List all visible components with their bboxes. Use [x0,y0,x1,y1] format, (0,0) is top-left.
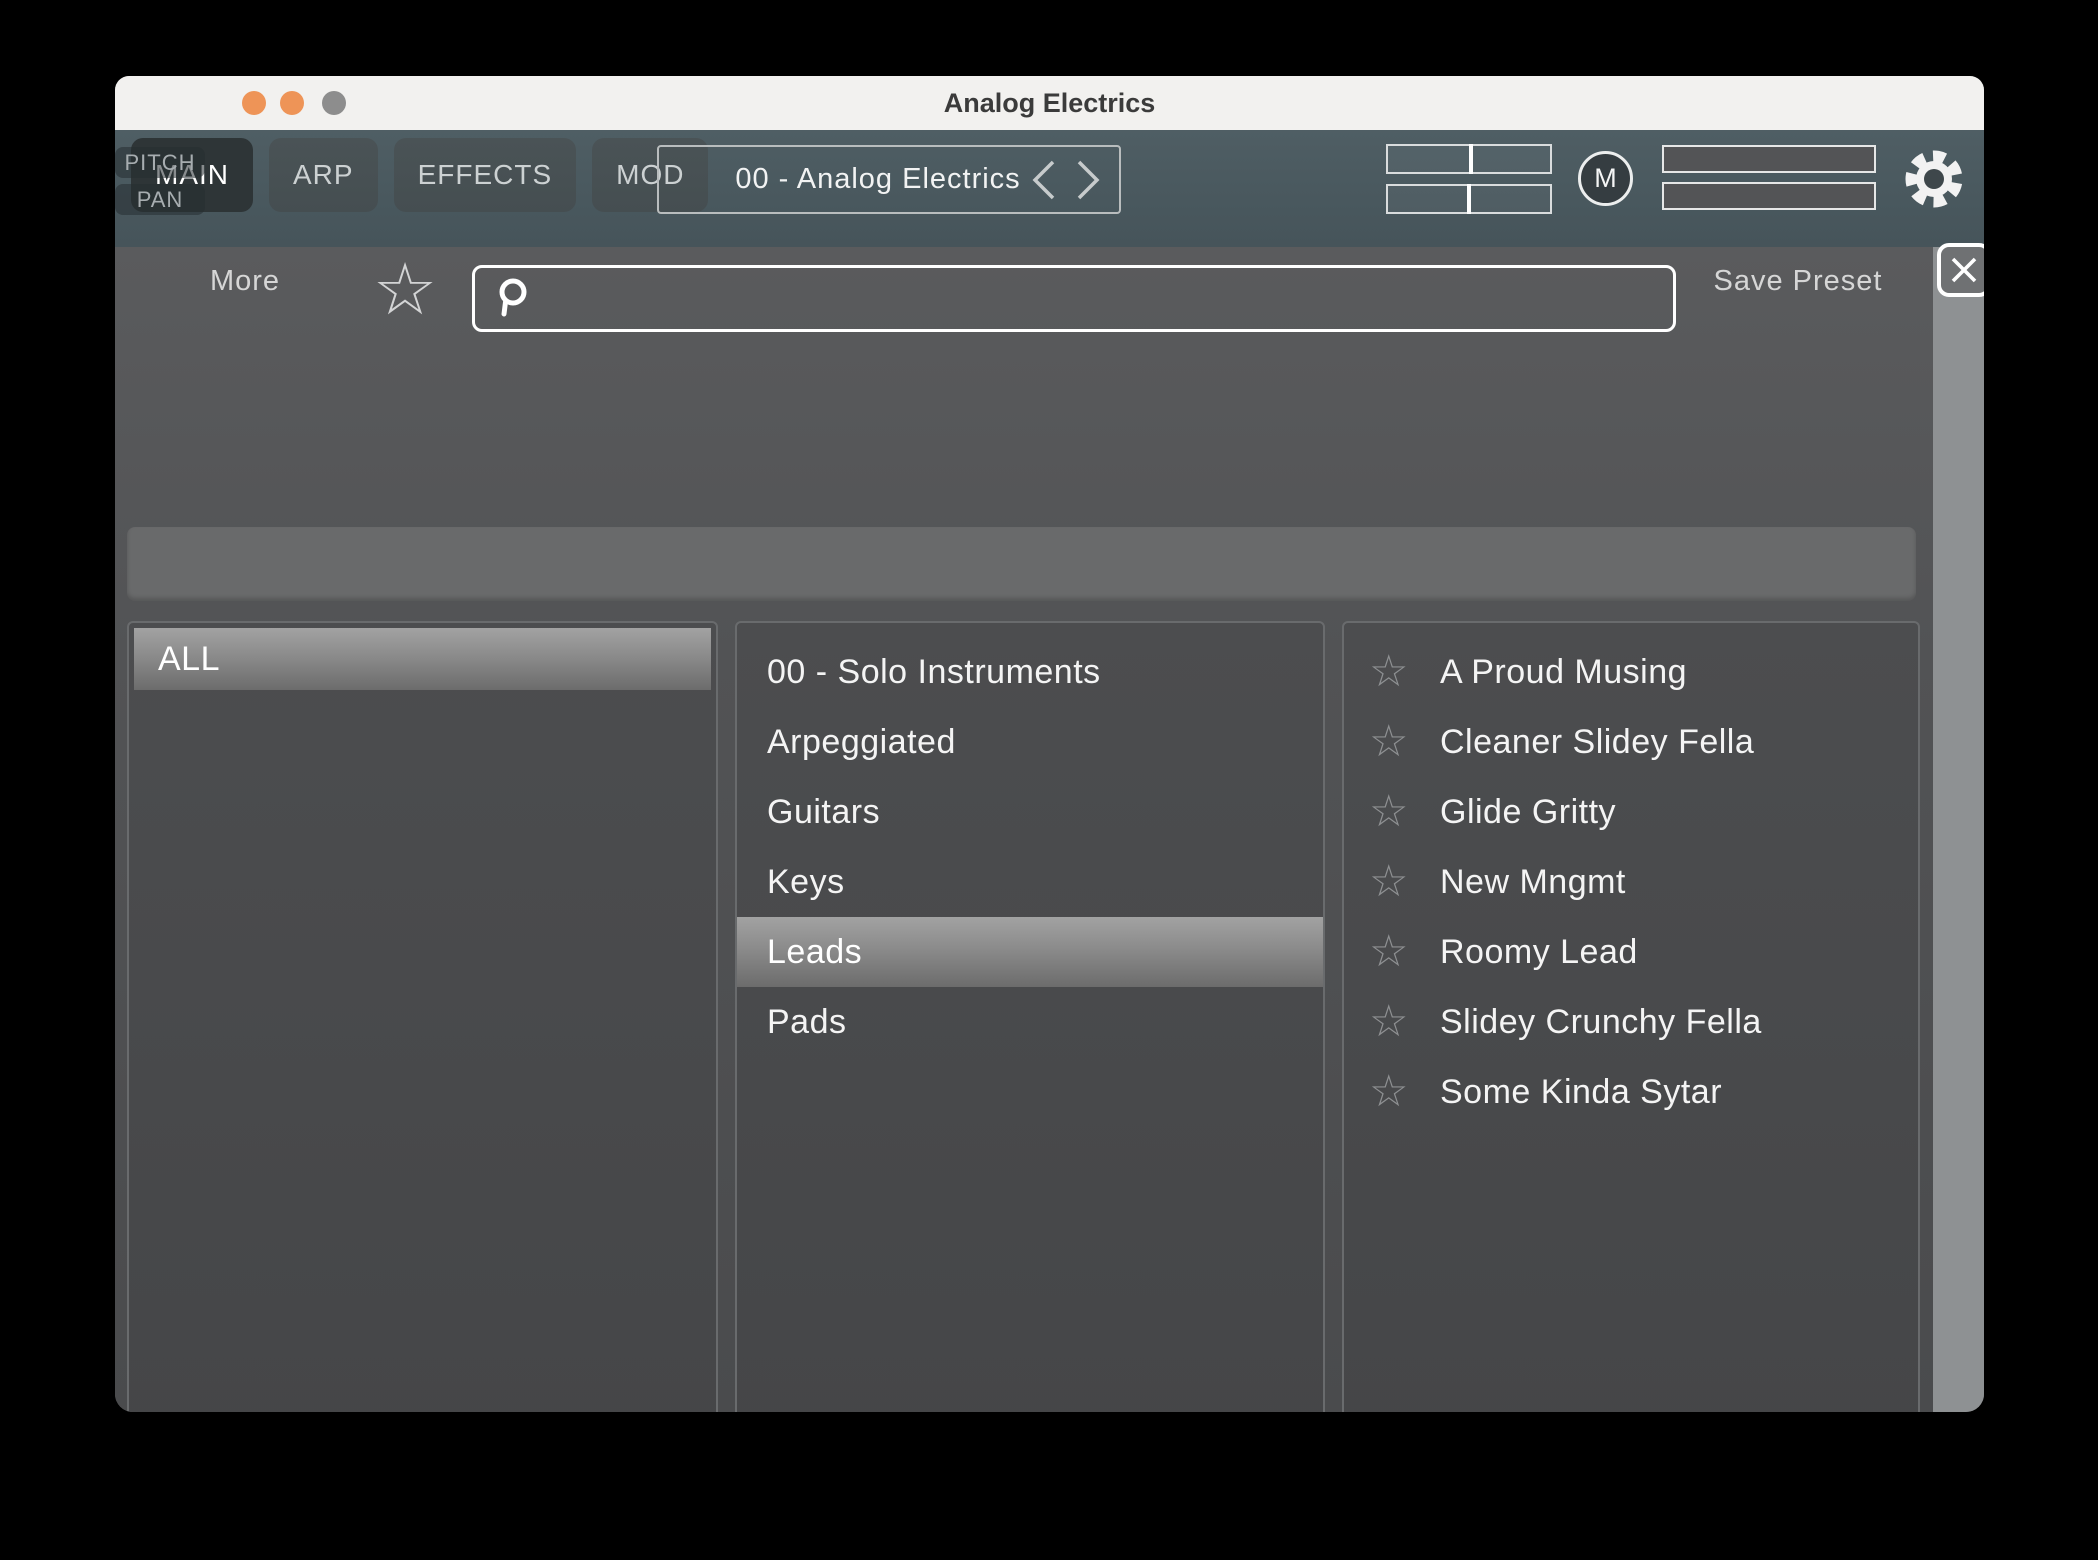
search-icon [493,277,533,321]
preset-name: A Proud Musing [1440,653,1687,692]
favorite-star-icon[interactable]: ☆ [1366,1069,1412,1115]
tab-bar: MAIN ARP EFFECTS MOD [131,138,708,212]
preset-selector[interactable]: 00 - Analog Electrics [657,145,1121,214]
plugin-header: MAIN ARP EFFECTS MOD 00 - Analog Electri… [115,130,1984,247]
chevron-left-icon[interactable] [1027,156,1061,204]
gear-icon[interactable] [1905,150,1963,208]
search-input[interactable] [533,283,1673,315]
pan-slider[interactable] [1386,184,1552,214]
mono-button[interactable]: M [1578,151,1633,206]
favorite-star-icon[interactable]: ☆ [1366,929,1412,975]
favorite-star-icon[interactable]: ☆ [1366,789,1412,835]
plugin-window: Analog Electrics MAIN ARP EFFECTS MOD 00… [115,76,1984,1412]
category-item-selected[interactable]: Leads [737,917,1323,987]
favorite-star-icon[interactable]: ☆ [1366,999,1412,1045]
preset-item[interactable]: ☆ Cleaner Slidey Fella [1344,707,1918,777]
star-icon[interactable]: ☆ [373,253,438,325]
meter-top [1662,145,1876,173]
pan-slider-handle[interactable] [1467,184,1471,214]
pitch-label: PITCH [115,147,205,178]
presets-panel: ☆ A Proud Musing ☆ Cleaner Slidey Fella … [1342,621,1920,1412]
category-item[interactable]: Keys [737,847,1323,917]
tab-arp[interactable]: ARP [269,138,378,212]
preset-browser: More ☆ Save Preset ALL 00 - Solo Instrum… [115,247,1984,1412]
preset-item[interactable]: ☆ Glide Gritty [1344,777,1918,847]
preset-item[interactable]: ☆ Some Kinda Sytar [1344,1057,1918,1127]
preset-name: Roomy Lead [1440,933,1638,972]
output-meters [1662,145,1876,210]
scrollbar-strip[interactable] [1933,247,1984,1412]
preset-item[interactable]: ☆ Slidey Crunchy Fella [1344,987,1918,1057]
favorite-star-icon[interactable]: ☆ [1366,719,1412,765]
meter-bottom [1662,182,1876,210]
more-button[interactable]: More [210,265,280,298]
bank-item-all[interactable]: ALL [134,628,711,690]
filter-strip [127,527,1916,601]
pitch-slider[interactable] [1386,144,1552,174]
preset-item[interactable]: ☆ Roomy Lead [1344,917,1918,987]
category-item[interactable]: Pads [737,987,1323,1057]
category-item[interactable]: Arpeggiated [737,707,1323,777]
pitch-slider-handle[interactable] [1469,144,1473,174]
banks-panel: ALL [127,621,718,1412]
save-preset-button[interactable]: Save Preset [1714,265,1883,298]
preset-name: Slidey Crunchy Fella [1440,1003,1762,1042]
pan-label: PAN [115,184,205,215]
preset-name: Some Kinda Sytar [1440,1073,1722,1112]
category-item[interactable]: Guitars [737,777,1323,847]
preset-item[interactable]: ☆ A Proud Musing [1344,637,1918,707]
preset-selector-value: 00 - Analog Electrics [659,163,1027,196]
favorite-star-icon[interactable]: ☆ [1366,859,1412,905]
favorite-star-icon[interactable]: ☆ [1366,649,1412,695]
preset-item[interactable]: ☆ New Mngmt [1344,847,1918,917]
preset-name: Cleaner Slidey Fella [1440,723,1754,762]
close-icon[interactable] [1937,243,1984,297]
preset-name: New Mngmt [1440,863,1626,902]
window-title: Analog Electrics [115,76,1984,130]
preset-name: Glide Gritty [1440,793,1616,832]
tab-effects[interactable]: EFFECTS [394,138,577,212]
titlebar: Analog Electrics [115,76,1984,131]
category-item[interactable]: 00 - Solo Instruments [737,637,1323,707]
categories-panel: 00 - Solo Instruments Arpeggiated Guitar… [735,621,1325,1412]
search-box[interactable] [472,265,1676,332]
chevron-right-icon[interactable] [1071,156,1105,204]
